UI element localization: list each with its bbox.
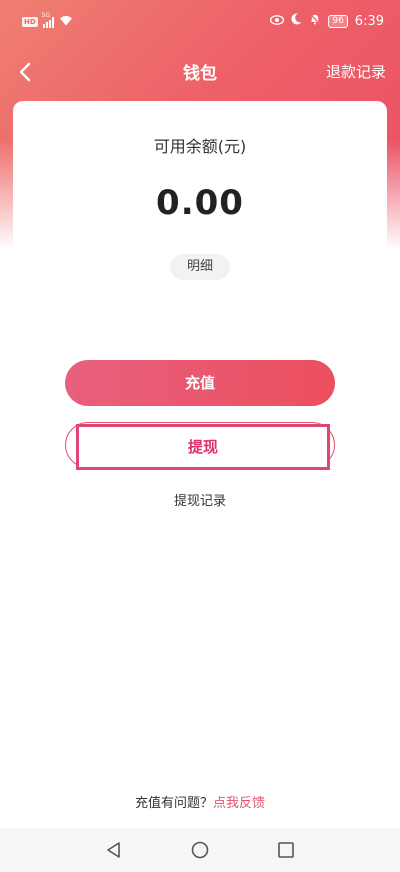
withdraw-record-link[interactable]: 提现记录 [0,490,400,509]
help-question-text: 充值有问题？ [134,796,213,811]
eye-icon [270,14,285,29]
bell-off-icon [309,13,321,29]
refund-record-link[interactable]: 退款记录 [326,61,386,82]
feedback-link[interactable]: 点我反馈 [213,796,265,811]
back-button[interactable] [14,58,38,86]
circle-home-icon [191,841,209,859]
balance-card: 可用余额(元) 0.00 明细 [13,101,387,281]
chevron-left-icon [19,62,31,82]
nav-bar: 钱包 退款记录 [0,54,400,90]
detail-button[interactable]: 明细 [170,254,230,280]
nav-recents-button[interactable] [276,840,296,860]
network-label: 5G [41,11,51,19]
hd-badge: HD [22,17,38,27]
nav-home-button[interactable] [190,840,210,860]
nav-back-button[interactable] [104,840,124,860]
footer-help: 充值有问题？点我反馈 [0,792,400,811]
status-bar: HD 5G 96 6:39 [0,0,400,40]
balance-label: 可用余额(元) [153,137,247,156]
status-time: 6:39 [354,13,384,29]
status-left: HD 5G [22,12,73,29]
signal-icon: 5G [42,12,54,28]
status-right: 96 6:39 [270,13,384,29]
recharge-button[interactable]: 充值 [65,360,335,406]
wifi-icon [59,15,73,29]
moon-icon [291,13,302,29]
withdraw-button[interactable]: 提现 [76,424,330,470]
battery-indicator: 96 [328,14,348,28]
system-nav-bar [0,828,400,872]
square-recents-icon [278,842,294,858]
balance-value: 0.00 [156,183,244,223]
triangle-back-icon [107,842,120,858]
